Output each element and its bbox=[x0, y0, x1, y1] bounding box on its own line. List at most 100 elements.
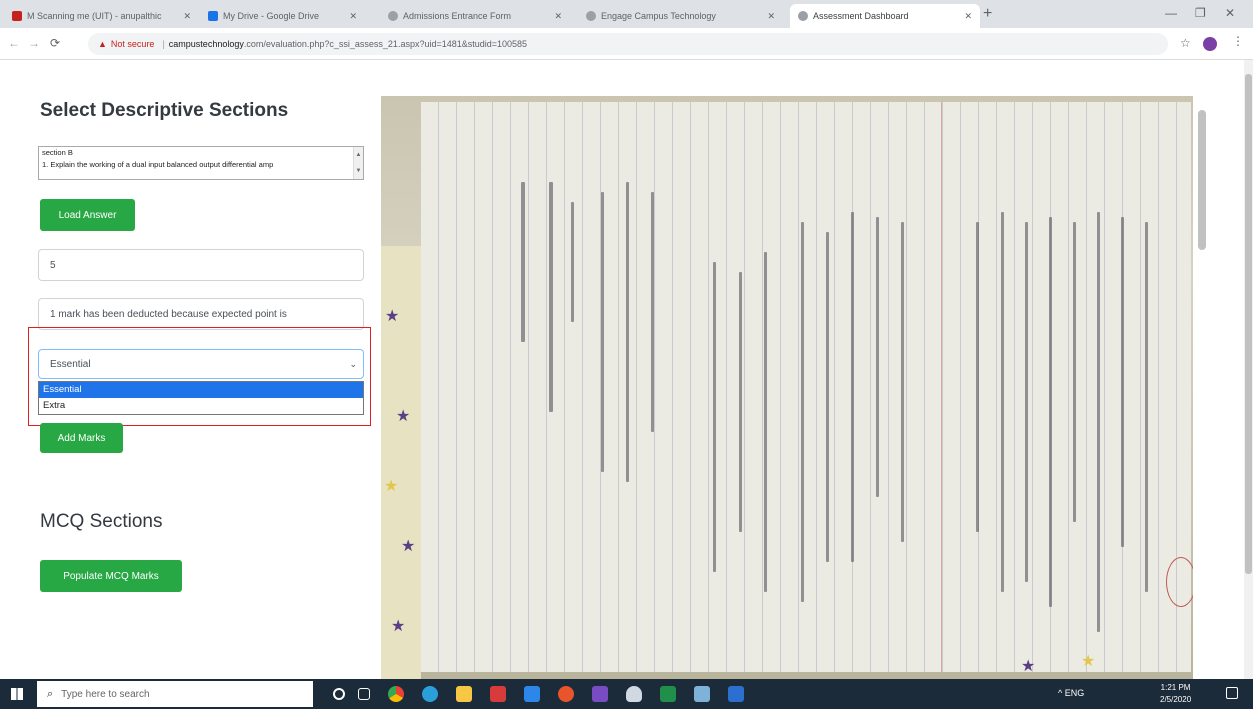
maximize-icon[interactable]: ❐ bbox=[1195, 6, 1206, 20]
handwriting bbox=[851, 212, 854, 562]
fabric-star-pattern: ★ bbox=[1081, 653, 1096, 670]
fabric-star-pattern: ★ bbox=[385, 308, 400, 325]
browser-tab[interactable]: Engage Campus Technology ✕ bbox=[578, 4, 783, 28]
word-icon[interactable] bbox=[728, 686, 744, 702]
separator: | bbox=[162, 39, 165, 49]
list-item[interactable]: section B bbox=[39, 147, 351, 159]
image-scrollbar[interactable] bbox=[1195, 100, 1209, 660]
margin-line bbox=[941, 102, 942, 672]
cortana-icon[interactable] bbox=[333, 688, 345, 700]
add-marks-button[interactable]: Add Marks bbox=[40, 423, 123, 453]
tab-title: Assessment Dashboard bbox=[813, 11, 909, 21]
handwriting bbox=[571, 202, 574, 322]
clock-date: 2/5/2020 bbox=[1160, 695, 1192, 704]
handwriting bbox=[521, 182, 525, 342]
bookmark-star-icon[interactable]: ☆ bbox=[1180, 36, 1191, 50]
security-icon[interactable] bbox=[626, 686, 642, 702]
fabric-star-pattern: ★ bbox=[401, 538, 416, 555]
section-listbox[interactable]: section B 1. Explain the working of a du… bbox=[38, 146, 364, 180]
minimize-icon[interactable]: — bbox=[1165, 6, 1177, 20]
app-icon[interactable] bbox=[694, 686, 710, 702]
close-icon[interactable]: ✕ bbox=[548, 11, 562, 22]
handwriting bbox=[826, 232, 829, 562]
answer-sheet-image: ★ ★ ★ ★ ★ ★ ★ bbox=[381, 96, 1193, 679]
windows-taskbar: ⌕ Type here to search ^ ENG 1:21 PM 2/5/… bbox=[0, 679, 1253, 709]
notifications-icon[interactable] bbox=[1226, 687, 1238, 699]
marks-type-select[interactable]: Essential ⌄ bbox=[38, 349, 364, 379]
close-icon[interactable]: ✕ bbox=[177, 11, 191, 22]
tab-title: Admissions Entrance Form bbox=[403, 11, 512, 21]
populate-mcq-button[interactable]: Populate MCQ Marks bbox=[40, 560, 182, 592]
profile-avatar[interactable] bbox=[1203, 37, 1217, 51]
system-tray[interactable]: ^ ENG bbox=[1058, 688, 1084, 698]
store-icon[interactable] bbox=[524, 686, 540, 702]
excel-icon[interactable] bbox=[660, 686, 676, 702]
globe-icon bbox=[388, 11, 398, 21]
handwriting bbox=[713, 262, 716, 572]
search-placeholder: Type here to search bbox=[61, 688, 150, 700]
browser-tab[interactable]: M Scanning me (UIT) - anupalthic ✕ bbox=[4, 4, 199, 28]
globe-icon bbox=[586, 11, 596, 21]
windows-start-icon[interactable] bbox=[11, 688, 23, 700]
handwriting bbox=[1001, 212, 1004, 592]
address-bar[interactable]: ▲ Not secure | campustechnology .com/eva… bbox=[88, 33, 1168, 55]
url-path: .com/evaluation.php?c_ssi_assess_21.aspx… bbox=[243, 39, 528, 49]
handwriting bbox=[626, 182, 629, 482]
taskbar-clock[interactable]: 1:21 PM 2/5/2020 bbox=[1160, 682, 1191, 706]
more-menu-icon[interactable]: ⋮ bbox=[1232, 34, 1244, 48]
page-scrollbar[interactable] bbox=[1244, 60, 1253, 679]
close-window-icon[interactable]: ✕ bbox=[1225, 6, 1235, 20]
taskbar-search-box[interactable]: ⌕ Type here to search bbox=[37, 681, 313, 707]
browser-tab[interactable]: My Drive - Google Drive ✕ bbox=[200, 4, 365, 28]
page-content: Select Descriptive Sections section B 1.… bbox=[0, 60, 1253, 679]
scroll-up-icon[interactable]: ▲ bbox=[354, 147, 363, 163]
mcq-heading: MCQ Sections bbox=[40, 511, 163, 532]
gmail-icon bbox=[12, 11, 22, 21]
chrome-icon[interactable] bbox=[388, 686, 404, 702]
url-host: campustechnology bbox=[168, 39, 244, 49]
media-icon[interactable] bbox=[490, 686, 506, 702]
list-item[interactable]: 1. Explain the working of a dual input b… bbox=[39, 159, 351, 171]
load-answer-button[interactable]: Load Answer bbox=[40, 199, 135, 231]
drive-icon bbox=[208, 11, 218, 21]
visual-studio-icon[interactable] bbox=[592, 686, 608, 702]
marks-type-dropdown[interactable]: Essential Extra bbox=[38, 381, 364, 415]
scroll-down-icon[interactable]: ▼ bbox=[354, 163, 363, 179]
new-tab-icon[interactable]: + bbox=[983, 5, 992, 23]
browser-tab[interactable]: Admissions Entrance Form ✕ bbox=[380, 4, 570, 28]
scrollbar-thumb[interactable] bbox=[1198, 110, 1206, 250]
edge-icon[interactable] bbox=[422, 686, 438, 702]
grade-circle-mark bbox=[1166, 557, 1193, 607]
handwriting bbox=[801, 222, 804, 602]
marks-input[interactable]: 5 bbox=[38, 249, 364, 281]
handwriting bbox=[739, 272, 742, 532]
browser-tab-strip: M Scanning me (UIT) - anupalthic ✕ My Dr… bbox=[0, 0, 1253, 28]
browser-toolbar: ← → ⟳ ▲ Not secure | campustechnology .c… bbox=[0, 28, 1253, 60]
task-view-icon[interactable] bbox=[358, 688, 370, 700]
handwriting bbox=[976, 222, 979, 532]
back-icon[interactable]: ← bbox=[8, 36, 20, 50]
dropdown-option[interactable]: Essential bbox=[39, 382, 363, 398]
handwriting bbox=[1097, 212, 1100, 632]
handwriting bbox=[1073, 222, 1076, 522]
handwriting bbox=[1145, 222, 1148, 592]
office-icon[interactable] bbox=[558, 686, 574, 702]
fabric-star-pattern: ★ bbox=[1021, 658, 1036, 675]
file-explorer-icon[interactable] bbox=[456, 686, 472, 702]
scrollbar-thumb[interactable] bbox=[1245, 74, 1252, 574]
remark-input[interactable]: 1 mark has been deducted because expecte… bbox=[38, 298, 364, 330]
browser-tab-active[interactable]: Assessment Dashboard ✕ bbox=[790, 4, 980, 28]
tab-title: M Scanning me (UIT) - anupalthic bbox=[27, 11, 162, 21]
close-icon[interactable]: ✕ bbox=[958, 11, 972, 22]
listbox-scrollbar[interactable]: ▲ ▼ bbox=[353, 147, 363, 179]
close-icon[interactable]: ✕ bbox=[761, 11, 775, 22]
handwriting bbox=[1049, 217, 1052, 607]
globe-icon bbox=[798, 11, 808, 21]
not-secure-label: Not secure bbox=[110, 39, 155, 49]
handwriting bbox=[1121, 217, 1124, 547]
reload-icon[interactable]: ⟳ bbox=[50, 36, 60, 50]
close-icon[interactable]: ✕ bbox=[343, 11, 357, 22]
dropdown-option[interactable]: Extra bbox=[39, 398, 363, 414]
page-title: Select Descriptive Sections bbox=[40, 100, 289, 121]
forward-icon[interactable]: → bbox=[28, 36, 40, 50]
